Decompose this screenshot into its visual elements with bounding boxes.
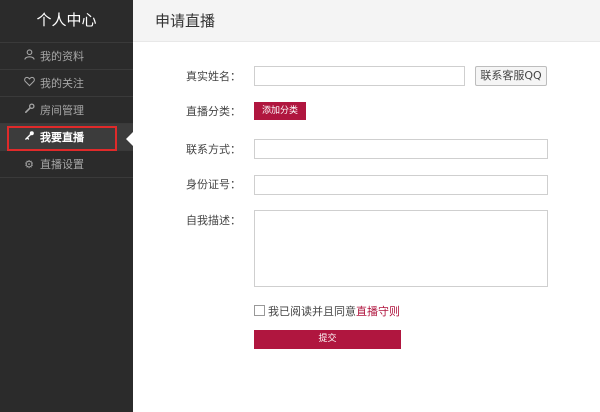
- id-number-input[interactable]: [254, 175, 548, 195]
- description-textarea[interactable]: [254, 210, 548, 287]
- sidebar-item-go-live[interactable]: 我要直播: [0, 124, 133, 151]
- description-label: 自我描述：: [186, 214, 241, 227]
- gear-icon: ⚙: [24, 158, 34, 171]
- real-name-input[interactable]: [254, 66, 465, 86]
- sidebar-item-label: 我的资料: [40, 50, 84, 63]
- user-icon: [23, 43, 35, 70]
- sidebar-item-room-management[interactable]: 房间管理: [0, 97, 133, 124]
- sidebar-item-following[interactable]: 我的关注: [0, 70, 133, 97]
- real-name-label: 真实姓名：: [186, 70, 241, 83]
- add-category-button[interactable]: 添加分类: [254, 102, 306, 120]
- contact-label: 联系方式：: [186, 143, 241, 156]
- sidebar-title: 个人中心: [0, 0, 133, 43]
- sidebar-item-label: 直播设置: [40, 158, 84, 171]
- sidebar-item-label: 我的关注: [40, 77, 84, 90]
- contact-input[interactable]: [254, 139, 548, 159]
- heart-icon: [23, 70, 35, 97]
- sidebar-item-label: 我要直播: [40, 131, 84, 144]
- live-rules-link[interactable]: 直播守则: [356, 305, 400, 318]
- agreement-row: 我已阅读并且同意直播守则: [254, 303, 400, 319]
- id-number-label: 身份证号：: [186, 178, 241, 191]
- active-item-caret-icon: [126, 132, 133, 146]
- agree-text: 我已阅读并且同意: [268, 305, 356, 318]
- sidebar: 个人中心 我的资料 我的关注 房间管理 我要直播 ⚙ 直播设置: [0, 0, 133, 412]
- sidebar-item-label: 房间管理: [40, 104, 84, 117]
- sidebar-item-profile[interactable]: 我的资料: [0, 43, 133, 70]
- sidebar-item-live-settings[interactable]: ⚙ 直播设置: [0, 151, 133, 178]
- page-header: 申请直播: [133, 0, 600, 42]
- page-title: 申请直播: [155, 12, 216, 30]
- wrench-icon: [23, 97, 35, 124]
- key-icon: [23, 124, 35, 151]
- agree-checkbox[interactable]: [254, 305, 265, 316]
- submit-button[interactable]: 提交: [254, 330, 401, 349]
- category-label: 直播分类：: [186, 105, 241, 118]
- contact-qq-button[interactable]: 联系客服QQ: [475, 66, 547, 86]
